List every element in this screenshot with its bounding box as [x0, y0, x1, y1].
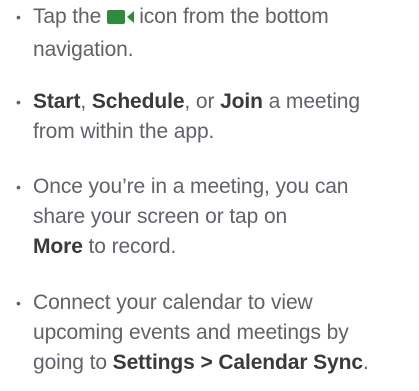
text: share your screen or tap on	[33, 205, 288, 228]
line: upcoming events and meetings by	[16, 318, 418, 348]
bold-join: Join	[220, 90, 263, 113]
bold-start: Start	[33, 90, 81, 113]
text: from within the app.	[33, 120, 215, 143]
line: Start, Schedule, or Join a meeting	[16, 87, 418, 117]
text: a meeting	[262, 90, 360, 113]
text: Once you’re in a meeting, you can	[33, 175, 349, 198]
text: navigation.	[33, 38, 134, 61]
line: share your screen or tap on	[16, 202, 418, 232]
text: Tap the	[33, 5, 102, 28]
text: going to	[33, 351, 113, 374]
line: going to Settings > Calendar Sync.	[16, 348, 418, 378]
bullet: •	[16, 94, 21, 110]
list-item: • Once you’re in a meeting, you can shar…	[16, 172, 418, 262]
line: navigation.	[16, 35, 418, 65]
bold-more: More	[33, 235, 83, 258]
text: to record.	[82, 235, 177, 258]
text: icon from the bottom	[139, 5, 329, 28]
video-camera-icon	[107, 5, 135, 35]
text: Connect your calendar to view	[33, 291, 313, 314]
bold-schedule: Schedule	[91, 90, 185, 113]
text: , or	[184, 90, 221, 113]
line: Tap the icon from the bottom	[16, 2, 418, 35]
bullet: •	[16, 179, 21, 195]
line: Once you’re in a meeting, you can	[16, 172, 418, 202]
text: upcoming events and meetings by	[33, 321, 349, 344]
bullet: •	[16, 9, 21, 25]
line: Connect your calendar to view	[16, 288, 418, 318]
text: ,	[80, 90, 92, 113]
instruction-list: • Tap the icon from the bottom navigation…	[0, 0, 419, 391]
line: from within the app.	[16, 117, 418, 147]
bold-settings-calendar-sync: Settings > Calendar Sync	[112, 351, 363, 374]
list-item: • Start, Schedule, or Join a meeting fro…	[16, 87, 418, 147]
list-item: • Tap the icon from the bottom navigation…	[16, 2, 418, 65]
line: More to record.	[16, 232, 418, 262]
bullet: •	[16, 295, 21, 311]
list-item: • Connect your calendar to view upcoming…	[16, 288, 418, 378]
text: .	[362, 351, 369, 374]
